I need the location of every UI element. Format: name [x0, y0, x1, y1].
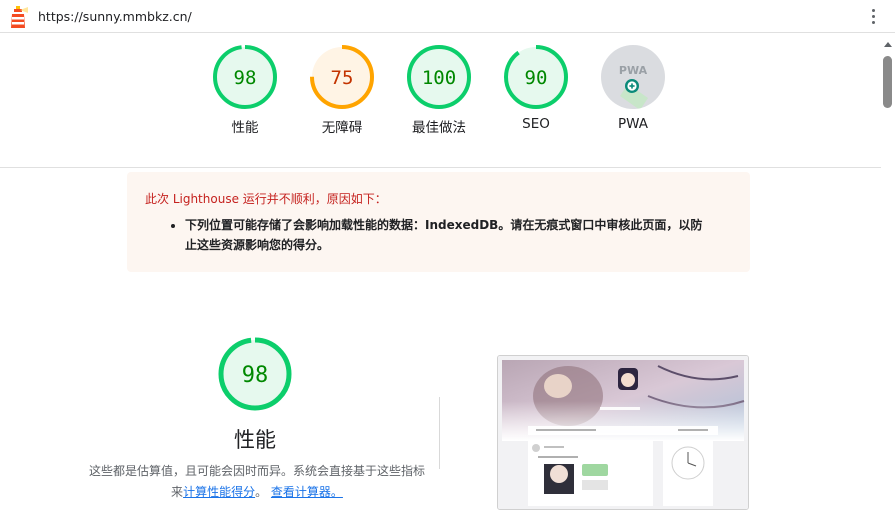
- section-divider: [439, 397, 440, 469]
- pwa-badge-icon: PWA: [601, 45, 665, 109]
- warning-item: 下列位置可能存储了会影响加载性能的数据：IndexedDB。请在无痕式窗口中审核…: [185, 215, 705, 255]
- gauge-score: 75: [331, 67, 354, 89]
- desc-separator: 。: [255, 485, 268, 499]
- performance-description: 这些都是估算值，且可能会因时而异。系统会直接基于这些指标来计算性能得分。 查看计…: [88, 461, 426, 503]
- header-divider: [0, 167, 881, 168]
- performance-title: 性能: [234, 428, 276, 452]
- gauge-performance[interactable]: 98 性能: [200, 44, 290, 136]
- report-url[interactable]: https://sunny.mmbkz.cn/: [38, 9, 192, 24]
- kebab-menu-icon[interactable]: [871, 9, 877, 25]
- gauge-score: 90: [525, 67, 548, 89]
- gauge-label: 无障碍: [321, 120, 363, 136]
- performance-score: 98: [242, 363, 269, 388]
- gauge-label: 性能: [231, 120, 259, 136]
- gauge-best-practices[interactable]: 100 最佳做法: [394, 44, 484, 136]
- pwa-badge-text: PWA: [619, 64, 648, 77]
- gauge-score: 100: [422, 67, 456, 89]
- run-warning-box: 此次 Lighthouse 运行并不顺利，原因如下： 下列位置可能存储了会影响加…: [127, 172, 750, 272]
- category-gauges: 98 性能 75 无障碍 100 最佳做法 90 SEO PWA PWA: [200, 44, 690, 154]
- score-ring: 98: [213, 45, 277, 109]
- gauge-pwa[interactable]: PWA PWA: [588, 44, 678, 132]
- gauge-label: 最佳做法: [412, 120, 466, 136]
- report-topbar: https://sunny.mmbkz.cn/: [0, 0, 895, 33]
- score-ring: 100: [407, 45, 471, 109]
- page-screenshot-thumbnail[interactable]: [497, 355, 749, 510]
- score-ring: 75: [310, 45, 374, 109]
- calc-score-link[interactable]: 计算性能得分: [183, 485, 255, 499]
- performance-gauge: 98: [218, 337, 292, 411]
- scrollbar-thumb[interactable]: [883, 56, 892, 108]
- gauge-accessibility[interactable]: 75 无障碍: [297, 44, 387, 136]
- view-calculator-link[interactable]: 查看计算器。: [271, 485, 343, 499]
- score-ring: 90: [504, 45, 568, 109]
- screenshot-image: [498, 356, 748, 509]
- scroll-up-arrow-icon[interactable]: [884, 42, 892, 47]
- warning-title: 此次 Lighthouse 运行并不顺利，原因如下：: [145, 192, 387, 206]
- lighthouse-icon: [11, 6, 28, 28]
- gauge-label: PWA: [618, 116, 648, 132]
- warning-list: 下列位置可能存储了会影响加载性能的数据：IndexedDB。请在无痕式窗口中审核…: [145, 215, 732, 255]
- gauge-score: 98: [234, 67, 257, 89]
- gauge-label: SEO: [522, 116, 550, 132]
- gauge-seo[interactable]: 90 SEO: [491, 44, 581, 132]
